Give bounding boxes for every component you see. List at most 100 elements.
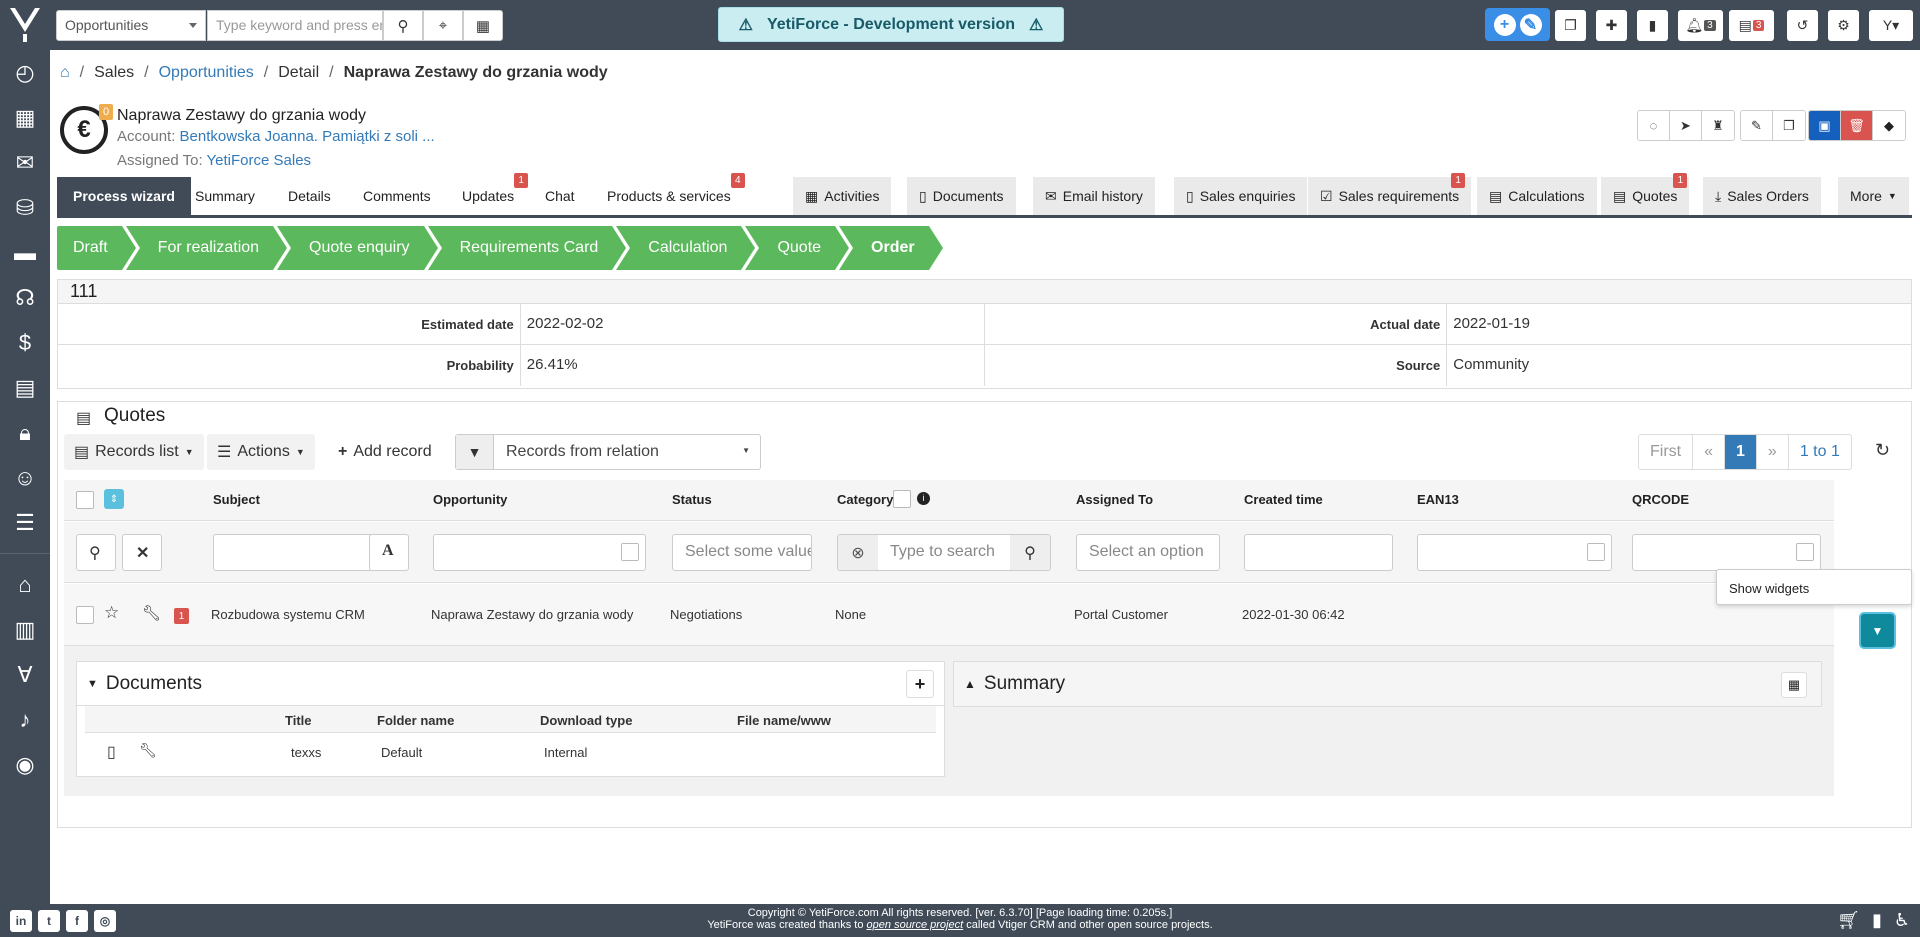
home-icon[interactable]: ⌂ (0, 562, 50, 607)
wizard-step-for-realization[interactable]: For realization (125, 226, 288, 270)
search-button[interactable]: ⚲ (76, 534, 116, 571)
column-status[interactable]: Status (672, 492, 712, 507)
support-icon[interactable]: ☊ (0, 275, 50, 320)
assigned-filter-select[interactable]: Select an option (1076, 534, 1220, 571)
wizard-step-order[interactable]: Order (839, 226, 943, 270)
opportunity-filter-input[interactable] (433, 534, 646, 571)
company-icon[interactable]: ▦ (0, 95, 50, 140)
tab-activities[interactable]: ▦ Activities (793, 177, 892, 215)
private-icon[interactable]: ♜ (1702, 111, 1734, 140)
pager-range[interactable]: 1 to 1 (1789, 435, 1851, 469)
add-button[interactable]: ✚ (1596, 10, 1627, 41)
show-widgets-button[interactable]: ▼ (1861, 614, 1894, 647)
book-icon[interactable]: ▮ (1872, 910, 1882, 931)
home-icon[interactable]: ⌂ (60, 64, 70, 82)
search-icon[interactable]: ⚲ (1010, 535, 1050, 570)
column-category[interactable]: Category (837, 492, 893, 507)
ean13-filter-input[interactable] (1417, 534, 1612, 571)
table-row[interactable]: ☆ 🔧︎ 1 Rozbudowa systemu CRM Naprawa Zes… (64, 584, 1834, 646)
cell-subject[interactable]: Rozbudowa systemu CRM (211, 607, 365, 622)
accessibility-icon[interactable]: ♿︎ (1894, 910, 1910, 931)
unwatch-icon[interactable]: ◌ (1638, 111, 1670, 140)
breadcrumb-item-opportunities[interactable]: Opportunities (159, 64, 254, 82)
add-document-button[interactable]: + (906, 670, 934, 698)
tab-sales-requirements[interactable]: ☑ Sales requirements 1 (1308, 173, 1472, 215)
twitter-icon[interactable]: t (38, 910, 60, 932)
category-filter[interactable]: ⊗ Type to search ⚲ (837, 534, 1051, 571)
wrench-icon[interactable]: 🔧︎ (142, 604, 161, 622)
wizard-step-quote[interactable]: Quote (745, 226, 849, 270)
account-link[interactable]: Bentkowska Joanna. Pamiątki z soli ... (180, 128, 435, 145)
column-opportunity[interactable]: Opportunity (433, 492, 507, 507)
doc-title[interactable]: texxs (291, 745, 321, 760)
star-icon[interactable]: ☆ (104, 603, 119, 623)
user-menu-button[interactable]: Y▾ (1869, 10, 1913, 41)
column-ean13[interactable]: EAN13 (1417, 492, 1459, 507)
wizard-step-requirements-card[interactable]: Requirements Card (427, 226, 627, 270)
facebook-icon[interactable]: f (66, 910, 88, 932)
font-icon[interactable]: A (369, 534, 409, 571)
column-assigned-to[interactable]: Assigned To (1076, 492, 1153, 507)
reminders-button[interactable]: ▤ 3 (1729, 10, 1774, 41)
tab-summary[interactable]: Summary (195, 177, 255, 215)
relation-filter[interactable]: ▼ Records from relation ▼ (455, 434, 761, 470)
table-icon[interactable]: ▦ (1781, 672, 1807, 698)
yeti-menu-icon[interactable]: ∀ (0, 652, 50, 697)
status-filter-select[interactable]: Select some values (672, 534, 812, 571)
tab-email-history[interactable]: ✉ Email history (1033, 177, 1155, 215)
search-input[interactable]: Type keyword and press enter (207, 10, 383, 41)
history-button[interactable]: ↺ (1787, 10, 1818, 41)
knowledge-base-button[interactable]: ▮ (1637, 10, 1668, 41)
tab-updates[interactable]: Updates 1 (462, 173, 529, 215)
linkedin-icon[interactable]: in (10, 910, 32, 932)
tab-details[interactable]: Details (288, 177, 331, 215)
yetiforce-logo[interactable] (0, 0, 50, 50)
user-icon[interactable]: ◉ (0, 742, 50, 787)
list-item[interactable]: ▯ 🔧︎ texxs Default Internal (85, 733, 936, 771)
clear-filter-button[interactable]: ✕ (122, 534, 162, 571)
chevron-up-icon[interactable]: ▲ (964, 677, 976, 691)
tab-chat[interactable]: Chat (545, 177, 575, 215)
ean13-filter-checkbox[interactable] (1587, 543, 1605, 561)
tab-documents[interactable]: ▯ Documents (907, 177, 1016, 215)
send-icon[interactable]: ➤ (1670, 111, 1702, 140)
tab-comments[interactable]: Comments (363, 177, 431, 215)
pager-first[interactable]: First (1639, 435, 1694, 469)
edit-icon[interactable]: ✎ (1741, 111, 1773, 140)
database-icon[interactable]: ☰ (0, 500, 50, 545)
notifications-button[interactable]: 🔔︎ 3 (1678, 10, 1723, 41)
actions-button[interactable]: ☰ Actions ▼ (207, 434, 315, 470)
logistics-icon[interactable]: ▤ (0, 365, 50, 410)
pager-prev[interactable]: « (1693, 435, 1726, 469)
quick-create-button[interactable]: + ✎ (1485, 8, 1550, 41)
pager-next[interactable]: » (1757, 435, 1789, 469)
qrcode-filter-checkbox[interactable] (1796, 543, 1814, 561)
qrcode-filter-input[interactable] (1632, 534, 1821, 571)
dashboard-icon[interactable]: ◴ (0, 50, 50, 95)
opportunity-filter-checkbox[interactable] (621, 543, 639, 561)
tab-sales-enquiries[interactable]: ▯ Sales enquiries (1174, 177, 1308, 215)
trash-icon[interactable]: 🗑︎ (1841, 111, 1873, 140)
sort-icon[interactable]: ⇕ (104, 489, 124, 509)
wizard-step-calculation[interactable]: Calculation (616, 226, 756, 270)
row-checkbox[interactable] (76, 606, 94, 624)
open-source-link[interactable]: open source project (867, 919, 964, 931)
grid-search-button[interactable]: ▦ (463, 10, 503, 41)
clear-circle-icon[interactable]: ⊗ (838, 535, 878, 570)
search-button[interactable]: ⚲ (383, 10, 423, 41)
wizard-step-draft[interactable]: Draft (57, 226, 136, 270)
marketing-icon[interactable]: ✉ (0, 140, 50, 185)
bell-icon[interactable]: ♪ (0, 697, 50, 742)
duplicate-icon[interactable]: ❐ (1773, 111, 1805, 140)
add-record-button[interactable]: + Add record (328, 434, 442, 470)
github-icon[interactable]: ◎ (94, 910, 116, 932)
chevron-down-icon[interactable]: ▼ (87, 678, 98, 690)
tab-process-wizard[interactable]: Process wizard (57, 177, 191, 215)
tab-products-services[interactable]: Products & services 4 (607, 173, 745, 215)
shortcut-button[interactable]: ❐ (1555, 10, 1586, 41)
lock-icon[interactable]: 🔒︎ (0, 410, 50, 455)
file-icon[interactable]: ▯ (107, 742, 116, 762)
column-qrcode[interactable]: QRCODE (1632, 492, 1689, 507)
tab-quotes[interactable]: ▤ Quotes 1 (1601, 173, 1690, 215)
building-icon[interactable]: ▥ (0, 607, 50, 652)
